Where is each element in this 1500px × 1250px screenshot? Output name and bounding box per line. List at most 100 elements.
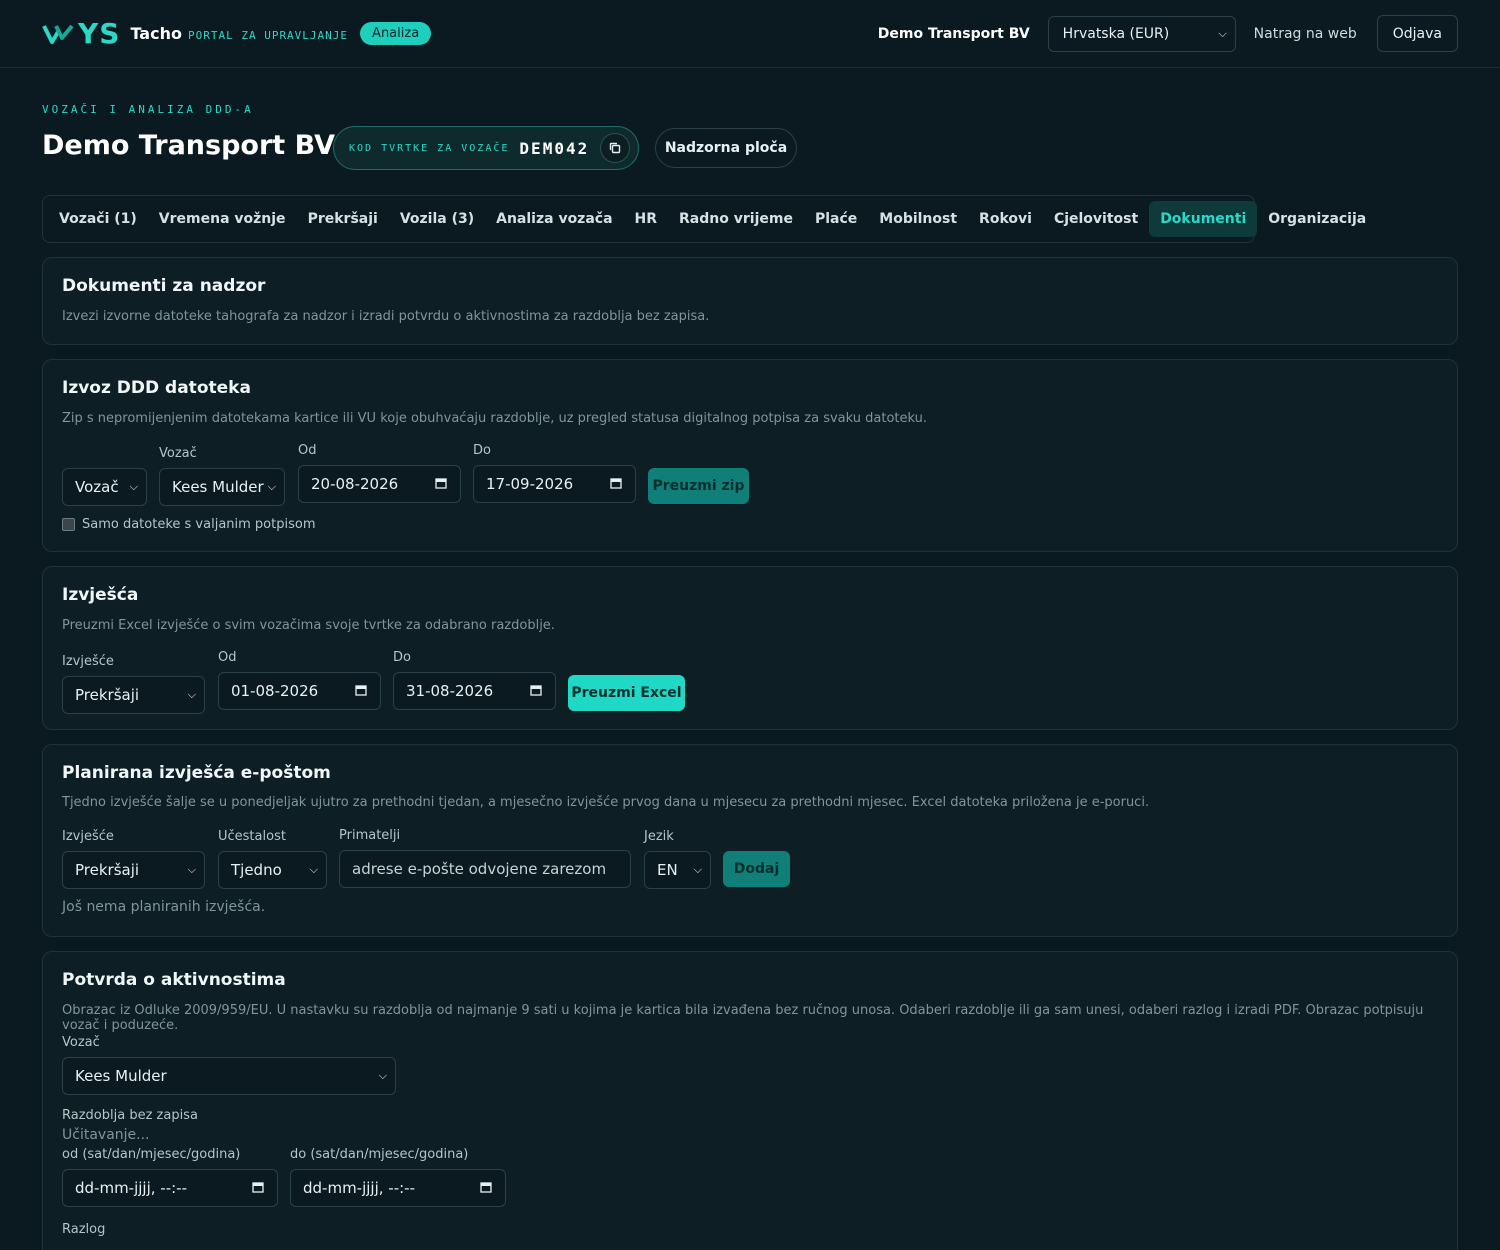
scheduled-report-label: Izvješće [62, 829, 114, 844]
tab-1[interactable]: Vremena vožnje [148, 201, 297, 237]
calendar-icon[interactable] [610, 475, 622, 493]
export-to-date[interactable]: 17-09-2026 [473, 465, 636, 503]
activity-from-placeholder: dd-mm-jjjj, --:-- [75, 1179, 188, 1197]
page-eyebrow: VOZAČI I ANALIZA DDD-A [42, 103, 254, 116]
tab-7[interactable]: Plaće [804, 201, 868, 237]
export-from-label: Od [298, 443, 317, 458]
download-excel-button[interactable]: Preuzmi Excel [568, 675, 685, 711]
language-select[interactable]: EN ⌵ [644, 851, 711, 889]
tab-11[interactable]: Dokumenti [1149, 201, 1258, 237]
tab-3[interactable]: Vozila (3) [389, 201, 485, 237]
report-type-label: Izvješće [62, 654, 114, 669]
scheduled-reports-card: Planirana izvješća e-poštom Tjedno izvje… [42, 744, 1458, 937]
tab-10[interactable]: Cjelovitost [1043, 201, 1149, 237]
reports-description: Preuzmi Excel izvješće o svim vozačima s… [62, 618, 555, 633]
calendar-icon[interactable] [480, 1179, 492, 1197]
export-driver-value: Kees Mulder [172, 478, 264, 496]
brand[interactable]: YS Tacho PORTAL ZA UPRAVLJANJE Analiza [42, 17, 432, 50]
no-schedules-text: Još nema planiranih izvješća. [62, 899, 266, 915]
export-type-select[interactable]: Vozač ⌵ [62, 468, 147, 506]
region-select[interactable]: Hrvatska (EUR) ⌵ [1047, 15, 1236, 52]
activity-from-datetime[interactable]: dd-mm-jjjj, --:-- [62, 1169, 278, 1207]
ddd-export-card: Izvoz DDD datoteka Zip s nepromijenjenim… [42, 359, 1458, 552]
chevron-down-icon: ⌵ [129, 480, 138, 493]
export-to-value: 17-09-2026 [486, 475, 574, 493]
export-to-label: Do [473, 443, 491, 458]
download-zip-button[interactable]: Preuzmi zip [648, 468, 749, 504]
activity-description: Obrazac iz Odluke 2009/959/EU. U nastavk… [62, 1003, 1424, 1033]
dashboard-button[interactable]: Nadzorna ploča [655, 128, 797, 168]
chevron-down-icon: ⌵ [693, 863, 702, 876]
valid-signature-checkbox[interactable] [62, 518, 75, 531]
brand-tacho: Tacho [130, 24, 182, 43]
export-from-date[interactable]: 20-08-2026 [298, 465, 461, 503]
valid-signature-label: Samo datoteke s valjanim potpisom [82, 517, 316, 532]
calendar-icon[interactable] [435, 475, 447, 493]
recipients-input[interactable]: adrese e-pošte odvojene zarezom [339, 850, 631, 888]
frequency-value: Tjedno [231, 861, 282, 879]
tab-8[interactable]: Mobilnost [868, 201, 968, 237]
ddd-export-title: Izvoz DDD datoteka [62, 378, 251, 398]
frequency-label: Učestalost [218, 829, 286, 844]
activity-to-placeholder: dd-mm-jjjj, --:-- [303, 1179, 416, 1197]
brand-subtitle: PORTAL ZA UPRAVLJANJE [187, 28, 349, 42]
logout-button[interactable]: Odjava [1376, 15, 1458, 52]
supervision-description: Izvezi izvorne datoteke tahografa za nad… [62, 309, 710, 324]
activity-from-label: od (sat/dan/mjesec/godina) [62, 1147, 241, 1162]
report-type-value: Prekršaji [75, 686, 140, 704]
report-from-label: Od [218, 650, 237, 665]
report-type-select[interactable]: Prekršaji ⌵ [62, 676, 205, 714]
tab-5[interactable]: HR [624, 201, 669, 237]
calendar-icon[interactable] [355, 682, 367, 700]
valid-signature-checkbox-row[interactable]: Samo datoteke s valjanim potpisom [62, 517, 316, 532]
tab-12[interactable]: Organizacija [1257, 201, 1377, 237]
report-to-label: Do [393, 650, 411, 665]
add-schedule-button[interactable]: Dodaj [723, 851, 790, 887]
tab-2[interactable]: Prekršaji [297, 201, 389, 237]
company-code-label: KOD TVRTKE ZA VOZAČE [349, 142, 510, 154]
export-from-value: 20-08-2026 [311, 475, 399, 493]
calendar-icon[interactable] [530, 682, 542, 700]
export-type-value: Vozač [75, 478, 119, 496]
analiza-badge: Analiza [360, 22, 432, 45]
tab-9[interactable]: Rokovi [968, 201, 1043, 237]
back-to-web-link[interactable]: Natrag na web [1254, 26, 1357, 42]
chevron-down-icon: ⌵ [1218, 26, 1227, 40]
supervision-title: Dokumenti za nadzor [62, 276, 266, 296]
reports-title: Izvješća [62, 585, 139, 605]
chevron-down-icon: ⌵ [378, 1069, 387, 1082]
brand-ys: YS [78, 17, 121, 50]
copy-code-button[interactable] [600, 133, 630, 163]
report-to-date[interactable]: 31-08-2026 [393, 672, 556, 710]
activity-driver-label: Vozač [62, 1035, 100, 1050]
export-driver-select[interactable]: Kees Mulder ⌵ [159, 468, 285, 506]
activity-driver-value: Kees Mulder [75, 1067, 167, 1085]
scheduled-report-value: Prekršaji [75, 861, 140, 879]
ddd-export-description: Zip s nepromijenjenim datotekama kartice… [62, 411, 928, 426]
chevron-down-icon: ⌵ [187, 688, 196, 701]
page-title: Demo Transport BV [42, 130, 335, 161]
periods-loading-text: Učitavanje... [62, 1127, 150, 1143]
language-label: Jezik [644, 829, 674, 844]
scheduled-description: Tjedno izvješće šalje se u ponedjeljak u… [62, 795, 1150, 810]
language-value: EN [657, 861, 678, 879]
company-name: Demo Transport BV [877, 25, 1030, 42]
activity-to-datetime[interactable]: dd-mm-jjjj, --:-- [290, 1169, 506, 1207]
activity-to-label: do (sat/dan/mjesec/godina) [290, 1147, 469, 1162]
tab-6[interactable]: Radno vrijeme [668, 201, 804, 237]
tab-bar: Vozači (1) Vremena vožnje Prekršaji Vozila … [42, 195, 1366, 243]
company-code-value: DEM042 [519, 138, 590, 158]
tab-4[interactable]: Analiza vozača [485, 201, 623, 237]
reason-label: Razlog [62, 1222, 106, 1237]
export-driver-label: Vozač [159, 446, 197, 461]
top-bar: YS Tacho PORTAL ZA UPRAVLJANJE Analiza D… [0, 0, 1500, 68]
activity-driver-select[interactable]: Kees Mulder ⌵ [62, 1057, 396, 1095]
calendar-icon[interactable] [252, 1179, 264, 1197]
frequency-select[interactable]: Tjedno ⌵ [218, 851, 327, 889]
scheduled-title: Planirana izvješća e-poštom [62, 763, 331, 783]
chevron-down-icon: ⌵ [309, 863, 318, 876]
report-from-date[interactable]: 01-08-2026 [218, 672, 381, 710]
supervision-card: Dokumenti za nadzor Izvezi izvorne datot… [42, 257, 1458, 345]
tab-0[interactable]: Vozači (1) [48, 201, 148, 237]
scheduled-report-select[interactable]: Prekršaji ⌵ [62, 851, 205, 889]
